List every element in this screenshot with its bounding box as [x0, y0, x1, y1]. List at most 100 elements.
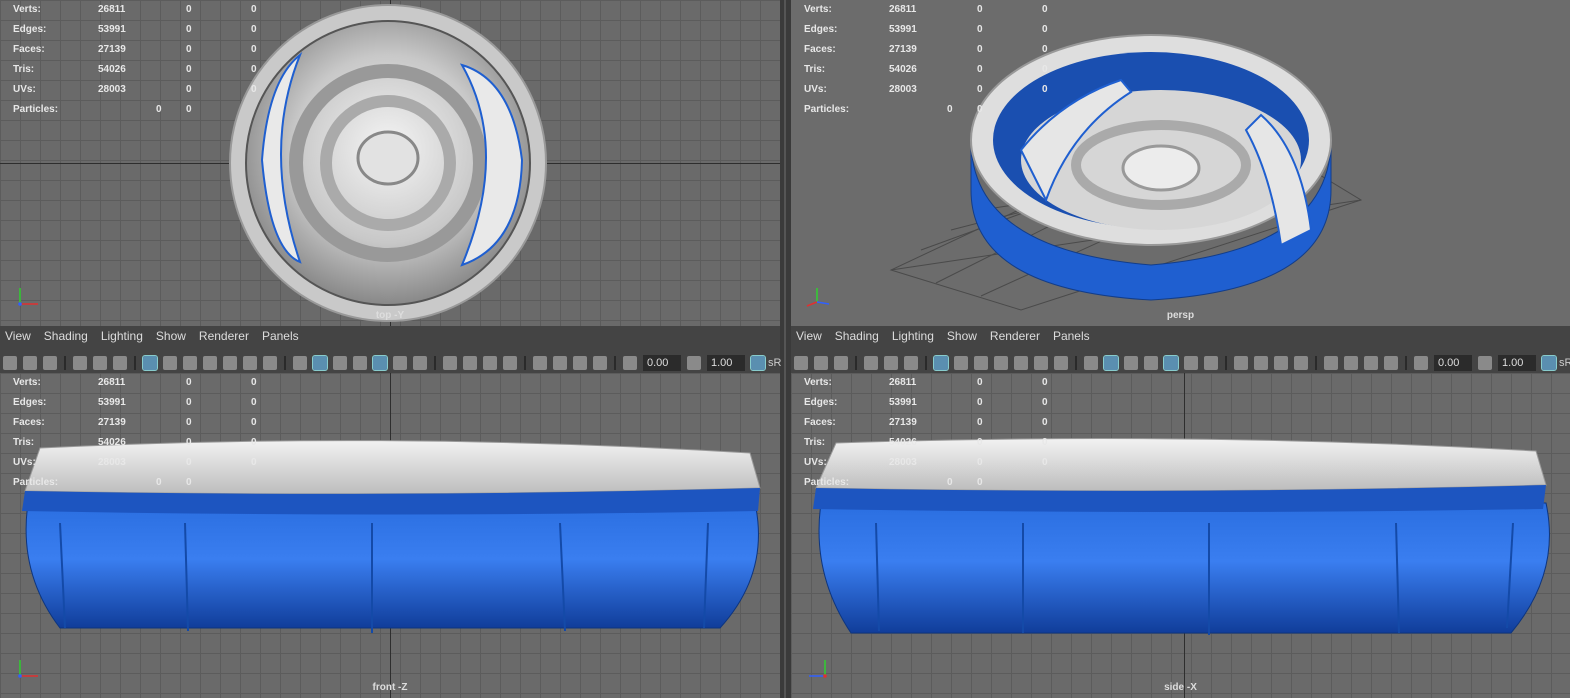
- safe-action-icon[interactable]: [243, 356, 257, 370]
- gamma-field[interactable]: 1.00: [707, 355, 745, 371]
- menu-shading[interactable]: Shading: [835, 329, 879, 343]
- color-space-label[interactable]: sR: [1559, 357, 1570, 369]
- menu-renderer[interactable]: Renderer: [990, 329, 1040, 343]
- viewport-front[interactable]: Verts: 26811 0 0 Edges: 53991 0 0 Faces: 27139 0…: [0, 373, 780, 698]
- toolbar-separator: [284, 356, 286, 370]
- grease-pencil-icon[interactable]: [113, 356, 127, 370]
- anti-aliasing-icon[interactable]: [483, 356, 497, 370]
- menu-lighting[interactable]: Lighting: [892, 329, 934, 343]
- axis-gizmo-icon: [18, 288, 38, 306]
- default-material-icon[interactable]: [1124, 356, 1138, 370]
- field-chart-icon[interactable]: [1014, 356, 1028, 370]
- isolate-select-icon[interactable]: [1324, 356, 1338, 370]
- wireframe-on-shaded-icon[interactable]: [353, 356, 367, 370]
- pool-wall: [818, 502, 1550, 634]
- smooth-shade-icon[interactable]: [1103, 355, 1119, 371]
- ambient-occlusion-icon[interactable]: [1234, 356, 1248, 370]
- backface-icon[interactable]: [593, 356, 607, 370]
- xray-icon[interactable]: [1163, 355, 1179, 371]
- toolbar-separator: [434, 356, 436, 370]
- xray-icon[interactable]: [372, 355, 388, 371]
- axis-gizmo-icon: [806, 288, 830, 307]
- gate-mask-icon[interactable]: [203, 356, 217, 370]
- light-icon[interactable]: [393, 356, 407, 370]
- xray-joints-icon[interactable]: [553, 356, 567, 370]
- xray-joints-icon[interactable]: [1344, 356, 1358, 370]
- film-gate-icon[interactable]: [954, 356, 968, 370]
- safe-action-icon[interactable]: [1034, 356, 1048, 370]
- grid-icon[interactable]: [933, 355, 949, 371]
- color-management-icon[interactable]: [750, 355, 766, 371]
- menu-panels[interactable]: Panels: [262, 329, 299, 343]
- viewport-persp[interactable]: Verts: 26811 0 0 Edges: 53991 0 0 Faces: 27139 0…: [791, 0, 1570, 326]
- menu-panels[interactable]: Panels: [1053, 329, 1090, 343]
- motion-blur-icon[interactable]: [1254, 356, 1268, 370]
- camera-attributes-icon[interactable]: [23, 356, 37, 370]
- color-management-icon[interactable]: [1541, 355, 1557, 371]
- viewport-label: side -X: [1164, 682, 1197, 693]
- shadows-icon[interactable]: [1204, 356, 1218, 370]
- viewport-label: top -Y: [375, 310, 405, 321]
- panel-toolbar: 0.00 1.00 sR: [791, 353, 1570, 373]
- menu-view[interactable]: View: [796, 329, 822, 343]
- camera-icon[interactable]: [794, 356, 808, 370]
- image-plane-icon[interactable]: [864, 356, 878, 370]
- gamma-icon[interactable]: [1478, 356, 1492, 370]
- viewport-label: persp: [1166, 310, 1195, 321]
- exposure-field[interactable]: 0.00: [643, 355, 681, 371]
- gamma-icon[interactable]: [687, 356, 701, 370]
- image-plane-icon[interactable]: [73, 356, 87, 370]
- toolbar-separator: [1405, 356, 1407, 370]
- field-chart-icon[interactable]: [223, 356, 237, 370]
- viewport-side[interactable]: Verts: 26811 0 0 Edges: 53991 0 0 Faces: 27139 0…: [791, 373, 1570, 698]
- grease-pencil-icon[interactable]: [904, 356, 918, 370]
- panel-menubar-right: View Shading Lighting Show Renderer Pane…: [791, 326, 1570, 373]
- film-gate-icon[interactable]: [163, 356, 177, 370]
- menu-show[interactable]: Show: [947, 329, 977, 343]
- shadows-icon[interactable]: [413, 356, 427, 370]
- bookmark-icon[interactable]: [43, 356, 57, 370]
- xray-active-icon[interactable]: [1364, 356, 1378, 370]
- anti-aliasing-icon[interactable]: [1274, 356, 1288, 370]
- backface-icon[interactable]: [1384, 356, 1398, 370]
- default-material-icon[interactable]: [333, 356, 347, 370]
- smooth-shade-icon[interactable]: [312, 355, 328, 371]
- resolution-gate-icon[interactable]: [974, 356, 988, 370]
- menu-shading[interactable]: Shading: [44, 329, 88, 343]
- toolbar-separator: [855, 356, 857, 370]
- depth-of-field-icon[interactable]: [1294, 356, 1308, 370]
- safe-title-icon[interactable]: [1054, 356, 1068, 370]
- camera-attributes-icon[interactable]: [814, 356, 828, 370]
- exposure-field[interactable]: 0.00: [1434, 355, 1472, 371]
- viewport-label: front -Z: [372, 682, 408, 693]
- color-space-label[interactable]: sR: [768, 357, 781, 369]
- gate-mask-icon[interactable]: [994, 356, 1008, 370]
- xray-active-icon[interactable]: [573, 356, 587, 370]
- two-d-pan-icon[interactable]: [93, 356, 107, 370]
- ambient-occlusion-icon[interactable]: [443, 356, 457, 370]
- gamma-field[interactable]: 1.00: [1498, 355, 1536, 371]
- viewport-top[interactable]: Verts: 26811 0 0 Edges: 53991 0 0 Faces: 27139 0…: [0, 0, 780, 326]
- menu-renderer[interactable]: Renderer: [199, 329, 249, 343]
- two-d-pan-icon[interactable]: [884, 356, 898, 370]
- exposure-icon[interactable]: [623, 356, 637, 370]
- camera-icon[interactable]: [3, 356, 17, 370]
- menu-view[interactable]: View: [5, 329, 31, 343]
- floor-center: [1121, 144, 1201, 192]
- bookmark-icon[interactable]: [834, 356, 848, 370]
- isolate-select-icon[interactable]: [533, 356, 547, 370]
- wireframe-icon[interactable]: [293, 356, 307, 370]
- exposure-icon[interactable]: [1414, 356, 1428, 370]
- light-icon[interactable]: [1184, 356, 1198, 370]
- axis-gizmo-icon: [18, 660, 38, 678]
- grid-icon[interactable]: [142, 355, 158, 371]
- menu-show[interactable]: Show: [156, 329, 186, 343]
- wireframe-icon[interactable]: [1084, 356, 1098, 370]
- depth-of-field-icon[interactable]: [503, 356, 517, 370]
- menu-lighting[interactable]: Lighting: [101, 329, 143, 343]
- resolution-gate-icon[interactable]: [183, 356, 197, 370]
- safe-title-icon[interactable]: [263, 356, 277, 370]
- motion-blur-icon[interactable]: [463, 356, 477, 370]
- panel-menu: View Shading Lighting Show Renderer Pane…: [0, 326, 780, 346]
- wireframe-on-shaded-icon[interactable]: [1144, 356, 1158, 370]
